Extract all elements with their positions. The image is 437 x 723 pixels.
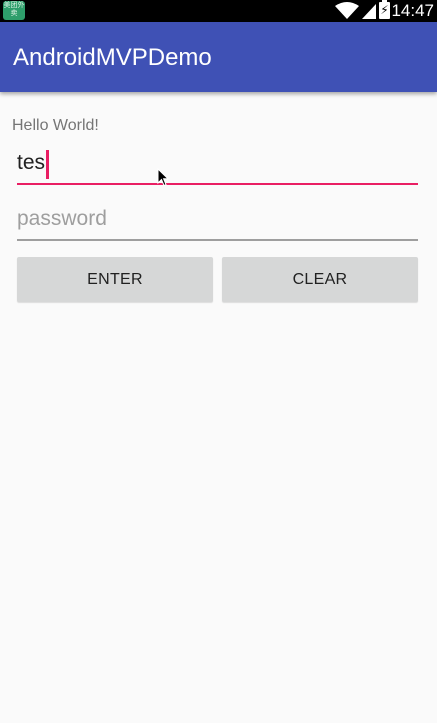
clear-button[interactable]: CLEAR: [222, 257, 418, 302]
enter-button[interactable]: ENTER: [17, 257, 213, 302]
password-underline: [17, 239, 418, 241]
app-notification-icon: 美团外卖: [3, 1, 25, 20]
username-underline: [17, 183, 418, 185]
username-input[interactable]: [17, 145, 418, 181]
greeting-text: Hello World!: [12, 117, 99, 134]
wifi-icon: [335, 2, 359, 19]
mouse-pointer-icon: [157, 168, 169, 187]
app-bar: AndroidMVPDemo: [0, 22, 437, 92]
username-field[interactable]: [17, 145, 418, 185]
notification-icon-text: 美团外卖: [3, 2, 25, 17]
app-title: AndroidMVPDemo: [13, 44, 212, 71]
status-bar: 美团外卖 ⚡ 14:47: [0, 0, 437, 22]
text-cursor: [46, 150, 49, 179]
password-input[interactable]: [17, 201, 418, 237]
battery-charging-icon: ⚡: [379, 0, 390, 19]
signal-icon: [362, 4, 376, 19]
password-field[interactable]: [17, 201, 418, 241]
status-clock: 14:47: [391, 1, 434, 20]
